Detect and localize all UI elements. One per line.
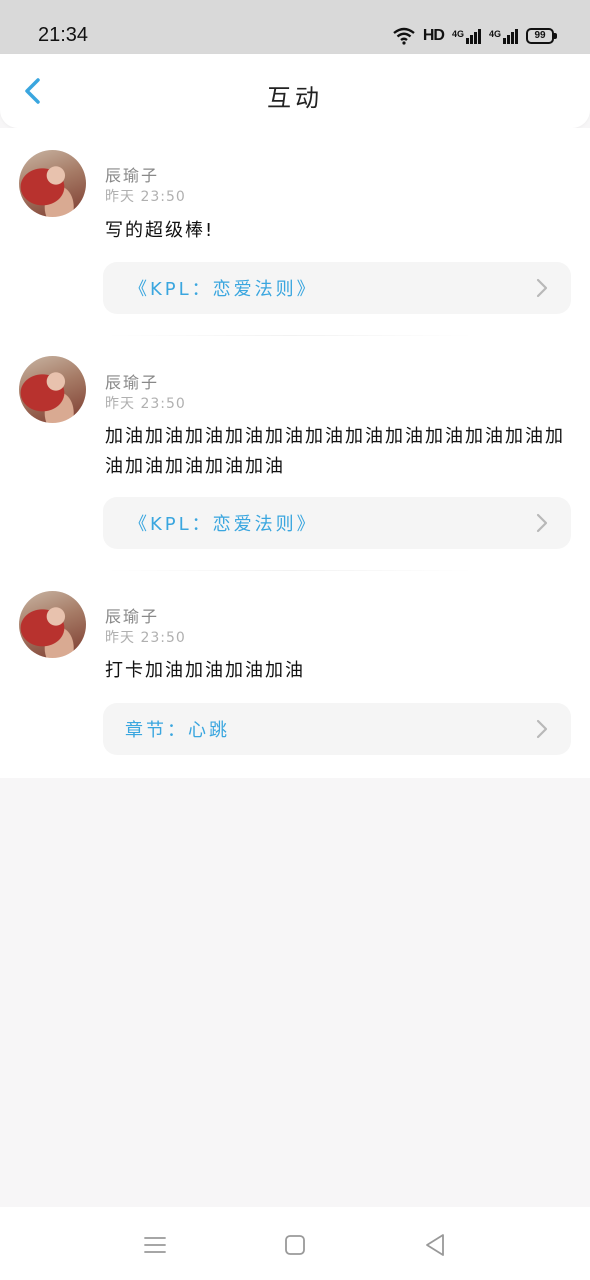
comment-time: 昨天 23:50 (105, 396, 186, 412)
signal-icon-2: 4G (489, 28, 518, 44)
user-name[interactable]: 辰瑜子 (105, 369, 159, 393)
user-name[interactable]: 辰瑜子 (105, 162, 159, 186)
menu-button[interactable] (141, 1231, 169, 1259)
menu-icon (144, 1237, 166, 1253)
page-title: 互动 (267, 84, 323, 112)
book-link-card[interactable]: 《KPL：恋爱法则》 (103, 262, 571, 314)
chevron-right-icon (536, 513, 548, 533)
home-button[interactable] (281, 1231, 309, 1259)
home-square-icon (285, 1235, 305, 1255)
comment-list: 辰瑜子 昨天 23:50 写的超级棒! 《KPL：恋爱法则》 辰瑜子 昨天 23… (0, 128, 590, 778)
comment-time: 昨天 23:50 (105, 630, 186, 646)
back-triangle-icon (426, 1234, 444, 1256)
wifi-icon (393, 27, 415, 45)
book-link-label: 《KPL：恋爱法则》 (129, 514, 318, 535)
comment-item: 辰瑜子 昨天 23:50 写的超级棒! 《KPL：恋爱法则》 (0, 128, 590, 338)
divider (105, 570, 475, 571)
avatar[interactable] (19, 591, 86, 658)
comment-text: 加油加油加油加油加油加油加油加油加油加油加油加油加油加油加油加油 (105, 426, 565, 477)
back-nav-button[interactable] (421, 1231, 449, 1259)
chapter-link-label: 章节：心跳 (125, 720, 230, 741)
hd-indicator: HD (422, 27, 445, 44)
signal-icon-1: 4G (452, 28, 481, 44)
status-icons: HD 4G 4G 99 (393, 24, 557, 48)
avatar[interactable] (19, 150, 86, 217)
chapter-link-card[interactable]: 章节：心跳 (103, 703, 571, 755)
system-nav-bar (0, 1207, 590, 1280)
user-name[interactable]: 辰瑜子 (105, 603, 159, 627)
book-link-card[interactable]: 《KPL：恋爱法则》 (103, 497, 571, 549)
chevron-right-icon (536, 719, 548, 739)
status-time: 21:34 (38, 24, 89, 46)
comment-time: 昨天 23:50 (105, 189, 186, 205)
avatar[interactable] (19, 356, 86, 423)
book-link-label: 《KPL：恋爱法则》 (129, 279, 318, 300)
comment-item: 辰瑜子 昨天 23:50 加油加油加油加油加油加油加油加油加油加油加油加油加油加… (0, 338, 590, 573)
comment-item: 辰瑜子 昨天 23:50 打卡加油加油加油加油 章节：心跳 (0, 573, 590, 778)
divider (105, 335, 475, 336)
header: 互动 (0, 54, 590, 128)
comment-text: 打卡加油加油加油加油 (105, 660, 305, 681)
comment-text: 写的超级棒! (105, 220, 215, 241)
battery-icon: 99 (526, 28, 557, 44)
chevron-right-icon (536, 278, 548, 298)
status-bar: 21:34 HD 4G 4G 99 (0, 0, 590, 54)
